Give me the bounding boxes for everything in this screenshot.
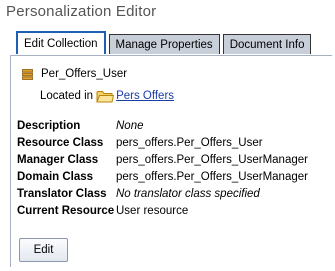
property-label: Translator Class: [17, 188, 107, 200]
stack-icon: [22, 68, 33, 80]
property-label: Description: [17, 120, 81, 132]
property-value: User resource: [116, 205, 189, 217]
tab-manage-properties[interactable]: Manage Properties: [108, 34, 220, 54]
tab-bar: Edit Collection Manage Properties Docume…: [16, 31, 312, 54]
location-link[interactable]: Pers Offers: [116, 90, 174, 102]
property-row: Description None: [17, 120, 308, 137]
property-label: Manager Class: [17, 154, 99, 166]
resource-name: Per_Offers_User: [41, 68, 128, 80]
property-value: pers_offers.Per_Offers_UserManager: [116, 171, 308, 183]
tab-edit-collection[interactable]: Edit Collection: [16, 31, 106, 54]
property-label: Resource Class: [17, 137, 104, 149]
property-label: Current Resource: [17, 205, 115, 217]
folder-icon: [96, 89, 115, 103]
properties-table: Description None Resource Class pers_off…: [17, 120, 308, 222]
location-row: Located in Pers Offers: [40, 89, 174, 103]
property-row: Manager Class pers_offers.Per_Offers_Use…: [17, 154, 308, 171]
property-row: Resource Class pers_offers.Per_Offers_Us…: [17, 137, 308, 154]
property-row: Translator Class No translator class spe…: [17, 188, 308, 205]
property-value: pers_offers.Per_Offers_User: [116, 137, 263, 149]
property-value: None: [116, 120, 144, 132]
page-title: Personalization Editor: [6, 3, 157, 20]
located-in-label: Located in: [40, 90, 94, 102]
property-value: No translator class specified: [116, 188, 260, 200]
property-label: Domain Class: [17, 171, 94, 183]
resource-header: Per_Offers_User: [22, 68, 127, 80]
property-value: pers_offers.Per_Offers_UserManager: [116, 154, 308, 166]
tab-document-info[interactable]: Document Info: [222, 34, 312, 54]
property-row: Current Resource User resource: [17, 205, 308, 222]
property-row: Domain Class pers_offers.Per_Offers_User…: [17, 171, 308, 188]
edit-button[interactable]: Edit: [19, 238, 68, 262]
